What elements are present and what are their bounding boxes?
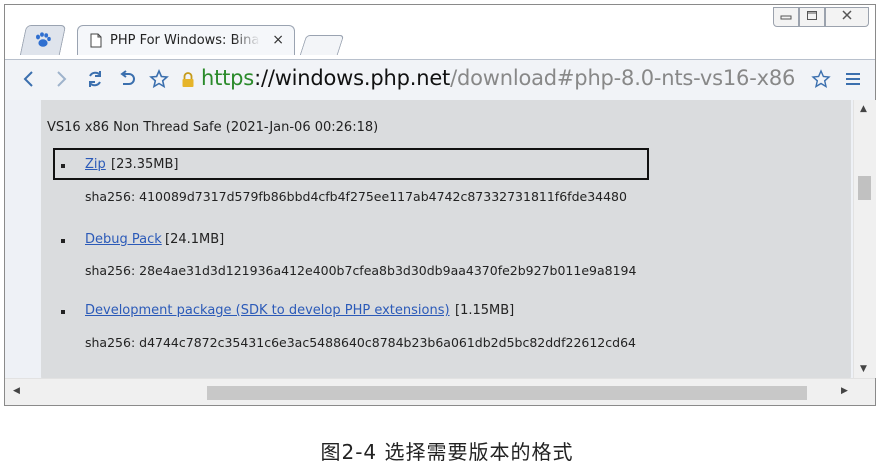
bullet <box>61 310 65 314</box>
url-host: ://windows.php.net <box>254 66 451 90</box>
dev-package-link[interactable]: Development package (SDK to develop PHP … <box>85 303 450 318</box>
tab-php-for-windows[interactable]: PHP For Windows: Binar × <box>77 25 295 55</box>
download-panel: VS16 x86 Non Thread Safe (2021-Jan-06 00… <box>41 100 851 378</box>
bullet <box>61 239 65 243</box>
url-protocol: https <box>201 66 255 90</box>
tab-close-icon[interactable]: × <box>272 32 284 48</box>
menu-icon[interactable] <box>843 69 863 89</box>
minimize-icon <box>780 15 792 20</box>
horizontal-scrollbar[interactable]: ◀ ▶ <box>5 378 875 405</box>
dev-package-size: [1.15MB] <box>455 303 515 318</box>
bullet <box>61 164 65 168</box>
scroll-down-arrow-icon[interactable]: ▼ <box>860 364 867 374</box>
tab-title: PHP For Windows: Binar <box>110 33 260 48</box>
favorite-star-icon[interactable] <box>811 69 831 89</box>
scroll-up-arrow-icon[interactable]: ▲ <box>860 104 867 114</box>
address-bar[interactable]: https://windows.php.net/download#php-8.0… <box>201 66 795 90</box>
scroll-right-arrow-icon[interactable]: ▶ <box>841 386 848 396</box>
lock-icon <box>182 72 194 87</box>
back-icon[interactable] <box>19 69 39 89</box>
browser-window: PHP For Windows: Binar × https://windows… <box>4 4 876 406</box>
vertical-scroll-thumb[interactable] <box>858 176 871 200</box>
build-heading: VS16 x86 Non Thread Safe (2021-Jan-06 00… <box>47 120 379 135</box>
horizontal-scroll-thumb[interactable] <box>207 386 807 400</box>
maximize-icon <box>807 11 817 20</box>
minimize-button[interactable] <box>773 7 799 27</box>
page-viewport: VS16 x86 Non Thread Safe (2021-Jan-06 00… <box>5 100 853 378</box>
tab-strip: PHP For Windows: Binar × <box>5 5 875 59</box>
zip-hash: sha256: 410089d7317d579fb86bbd4cfb4f275e… <box>85 189 627 204</box>
close-icon <box>842 10 852 20</box>
home-tab[interactable] <box>19 25 67 55</box>
reload-icon[interactable] <box>85 69 105 89</box>
page-icon <box>90 33 102 48</box>
vertical-scrollbar[interactable]: ▲ ▼ <box>853 100 876 378</box>
debug-pack-size: [24.1MB] <box>165 232 225 247</box>
debug-pack-link[interactable]: Debug Pack <box>85 232 162 247</box>
baidu-paw-icon <box>36 32 51 47</box>
undo-icon[interactable] <box>117 69 137 89</box>
zip-link[interactable]: Zip <box>85 157 106 172</box>
scroll-left-arrow-icon[interactable]: ◀ <box>13 386 20 396</box>
url-path: /download#php-8.0-nts-vs16-x86 <box>450 66 796 90</box>
address-toolbar: https://windows.php.net/download#php-8.0… <box>5 59 875 101</box>
debug-pack-hash: sha256: 28e4ae31d3d121936a412e400b7cfea8… <box>85 263 637 278</box>
dev-package-hash: sha256: d4744c7872c35431c6e3ac5488640c87… <box>85 335 636 350</box>
bookmark-star-icon[interactable] <box>149 69 169 89</box>
new-tab-button[interactable] <box>299 35 345 55</box>
window-controls <box>773 7 869 31</box>
zip-size: [23.35MB] <box>111 157 179 172</box>
maximize-button[interactable] <box>799 7 825 27</box>
forward-icon[interactable] <box>51 69 71 89</box>
close-button[interactable] <box>825 7 869 27</box>
figure-caption: 图2-4 选择需要版本的格式 <box>320 440 574 464</box>
